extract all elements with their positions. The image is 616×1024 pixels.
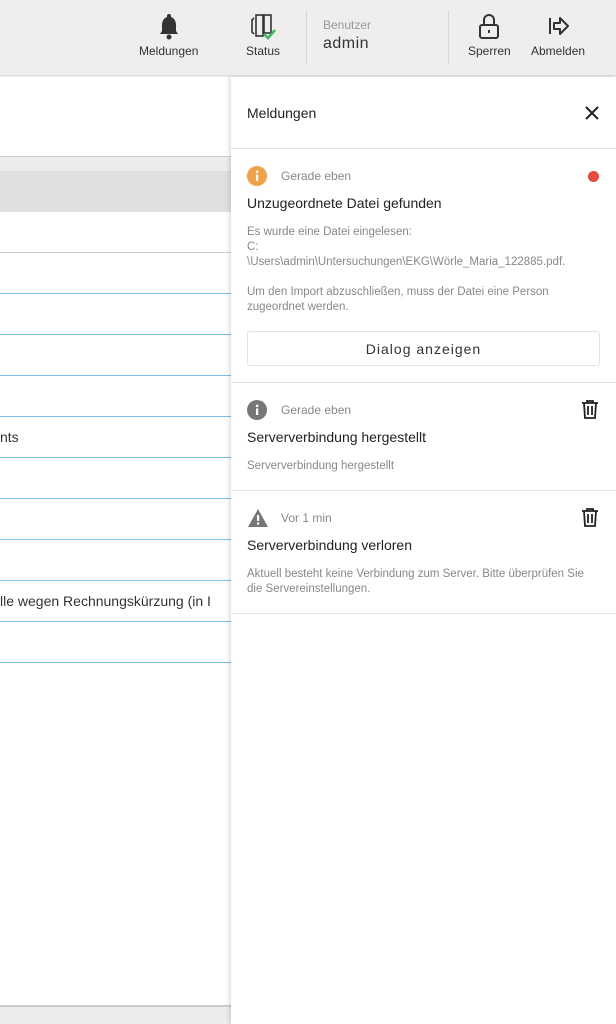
lock-icon [479,14,500,39]
notification-time: Vor 1 min [281,511,332,525]
notification-body: Aktuell besteht keine Verbindung zum Ser… [247,568,584,595]
table-row[interactable] [0,294,231,335]
divider [306,10,307,64]
table-row[interactable] [0,540,231,581]
notification-time: Gerade eben [281,403,352,417]
top-bar: Meldungen Status Benutzer admin Sperren … [0,0,616,76]
notification-body: Es wurde eine Datei eingelesen: C: \User… [247,225,600,315]
show-dialog-button[interactable]: Dialog anzeigen [247,331,600,366]
logout-icon [549,17,570,35]
notification-body: Serververbindung hergestellt [247,460,395,472]
body-line: \Users\admin\Untersuchungen\EKG\Wörle_Ma… [247,256,566,268]
user-name: admin [323,35,370,52]
user-label: Benutzer [323,18,372,32]
header-card [0,77,231,157]
body-line: Um den Import abzuschließen, muss der Da… [247,286,549,313]
notifications-panel: Meldungen Gerade eben Unzugeordnete Date… [231,77,616,1024]
user-info: Benutzer admin [323,18,371,53]
lock-label: Sperren [468,44,511,58]
table-row[interactable] [0,212,231,253]
table-row[interactable] [0,622,231,663]
unread-indicator [588,171,599,182]
trash-icon[interactable] [581,399,599,419]
data-table: nts lle wegen Rechnungskürzung (in I [0,171,231,1007]
panel-header: Meldungen [231,77,616,149]
status-label: Status [246,44,281,58]
table-row[interactable]: lle wegen Rechnungskürzung (in I [0,581,231,622]
close-icon[interactable] [584,105,600,121]
table-row[interactable] [0,376,231,417]
divider [448,10,449,64]
table-row[interactable] [0,499,231,540]
notification-time: Gerade eben [281,169,352,183]
notification-item: Gerade eben Unzugeordnete Datei gefunden… [231,149,616,383]
lock-button[interactable]: Sperren [468,12,511,58]
notification-title: Unzugeordnete Datei gefunden [247,195,442,211]
table-row[interactable] [0,253,231,294]
panel-title: Meldungen [247,104,317,121]
notification-title: Serververbindung hergestellt [247,429,426,445]
info-icon [247,166,267,186]
table-row[interactable]: nts [0,417,231,458]
notification-item: Gerade eben Serververbindung hergestellt… [231,383,616,491]
notification-title: Serververbindung verloren [247,537,412,553]
trash-icon[interactable] [581,507,599,527]
bell-icon [159,14,178,40]
notifications-label: Meldungen [139,44,199,58]
notifications-button[interactable]: Meldungen [139,12,198,58]
body-line: C: [247,241,259,253]
notification-item: Vor 1 min Serververbindung verloren Aktu… [231,491,616,614]
table-row[interactable] [0,335,231,376]
table-row[interactable] [0,458,231,499]
server-status-icon [251,14,276,40]
status-button[interactable]: Status [246,12,280,58]
table-header [0,171,231,212]
logout-button[interactable]: Abmelden [531,12,585,58]
info-icon [247,400,267,420]
logout-label: Abmelden [531,44,586,58]
warning-icon [248,509,268,527]
body-line: Es wurde eine Datei eingelesen: [247,226,412,238]
